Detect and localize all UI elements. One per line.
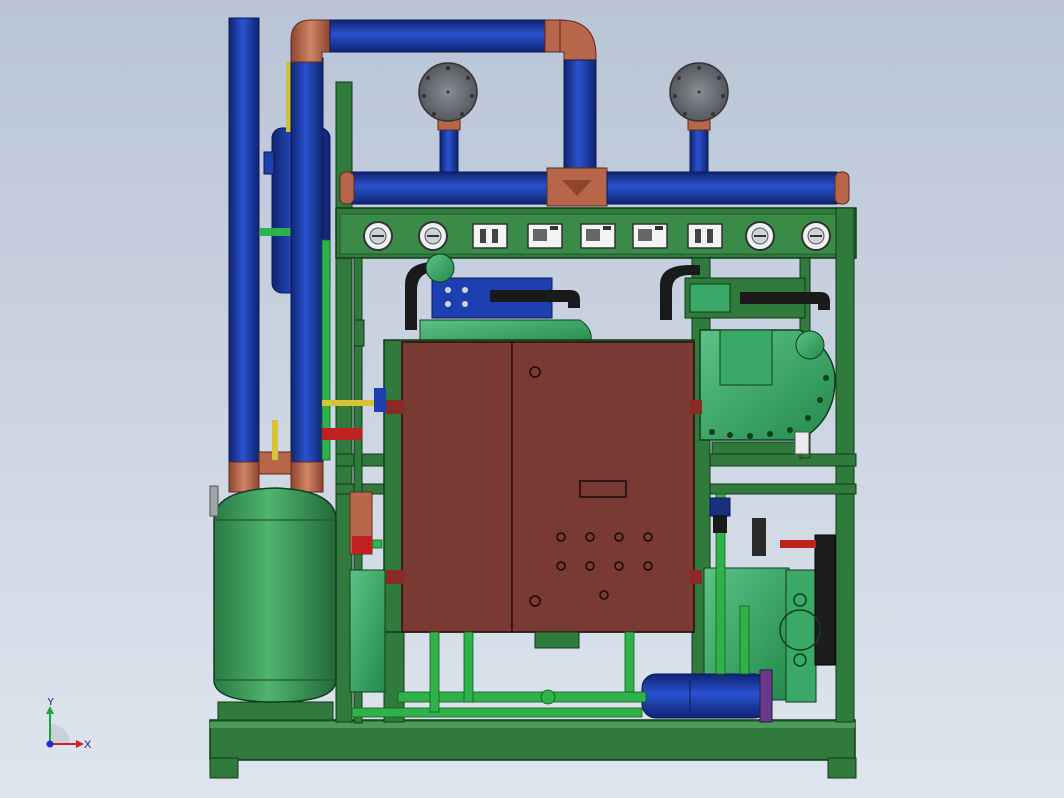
- x-axis-label: X: [84, 739, 92, 751]
- pressure-switch-icon[interactable]: [687, 223, 723, 249]
- coordinate-triad: Y X: [46, 698, 92, 751]
- compressor-left[interactable]: [405, 253, 592, 346]
- pressure-gauge-icon[interactable]: [801, 221, 831, 251]
- y-axis-label: Y: [47, 698, 55, 708]
- oil-separator-right[interactable]: [669, 62, 729, 173]
- electrical-control-panel[interactable]: [383, 339, 702, 649]
- z-axis: [46, 740, 54, 748]
- solenoid-valve[interactable]: [709, 497, 816, 556]
- gauge-panel[interactable]: [363, 221, 831, 251]
- pressure-switch-icon[interactable]: [632, 223, 668, 249]
- pressure-gauge-icon[interactable]: [745, 221, 775, 251]
- vertical-suction-pipe-left[interactable]: [228, 17, 260, 469]
- pressure-switch-icon[interactable]: [472, 223, 508, 249]
- suction-header-pipe[interactable]: [339, 167, 850, 207]
- pressure-gauge-icon[interactable]: [363, 221, 393, 251]
- liquid-receiver-tank[interactable]: [209, 485, 337, 703]
- vertical-suction-pipe-right[interactable]: [290, 57, 324, 469]
- oil-separator-left[interactable]: [418, 62, 478, 173]
- pressure-switch-icon[interactable]: [527, 223, 563, 249]
- pressure-switch-icon[interactable]: [580, 223, 616, 249]
- pressure-gauge-icon[interactable]: [418, 221, 448, 251]
- cad-viewport[interactable]: [0, 0, 1064, 798]
- filter-drier[interactable]: [641, 669, 773, 723]
